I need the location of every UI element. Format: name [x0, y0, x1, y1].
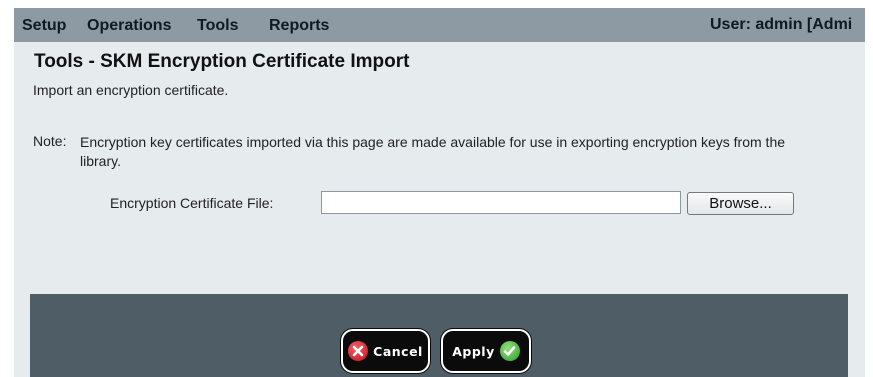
apply-label: Apply: [452, 343, 495, 359]
note-label: Note:: [33, 133, 67, 149]
apply-button[interactable]: Apply: [441, 329, 531, 373]
menu-bar: Setup Operations Tools Reports User: adm…: [14, 8, 865, 42]
check-mark-icon: [503, 346, 516, 356]
certificate-file-input[interactable]: [321, 191, 681, 214]
page-title: Tools - SKM Encryption Certificate Impor…: [34, 51, 410, 72]
user-label: User: admin [Admi: [710, 16, 853, 33]
cancel-label: Cancel: [373, 343, 423, 359]
menu-item-reports[interactable]: Reports: [269, 17, 329, 35]
certificate-file-label: Encryption Certificate File:: [110, 195, 274, 211]
menu-item-tools[interactable]: Tools: [197, 17, 238, 35]
menu-item-operations[interactable]: Operations: [87, 17, 171, 35]
x-mark-icon: [352, 345, 364, 357]
app-frame: Setup Operations Tools Reports User: adm…: [14, 8, 865, 377]
note-text: Encryption key certificates imported via…: [80, 134, 786, 169]
page-description: Import an encryption certificate.: [33, 82, 229, 98]
x-circle-icon: [348, 341, 369, 361]
browse-button[interactable]: Browse...: [687, 192, 794, 215]
cancel-button[interactable]: Cancel: [341, 329, 430, 373]
menu-item-setup[interactable]: Setup: [22, 17, 66, 35]
check-circle-icon: [499, 341, 520, 361]
footer-action-bar: Cancel Apply: [30, 294, 848, 377]
